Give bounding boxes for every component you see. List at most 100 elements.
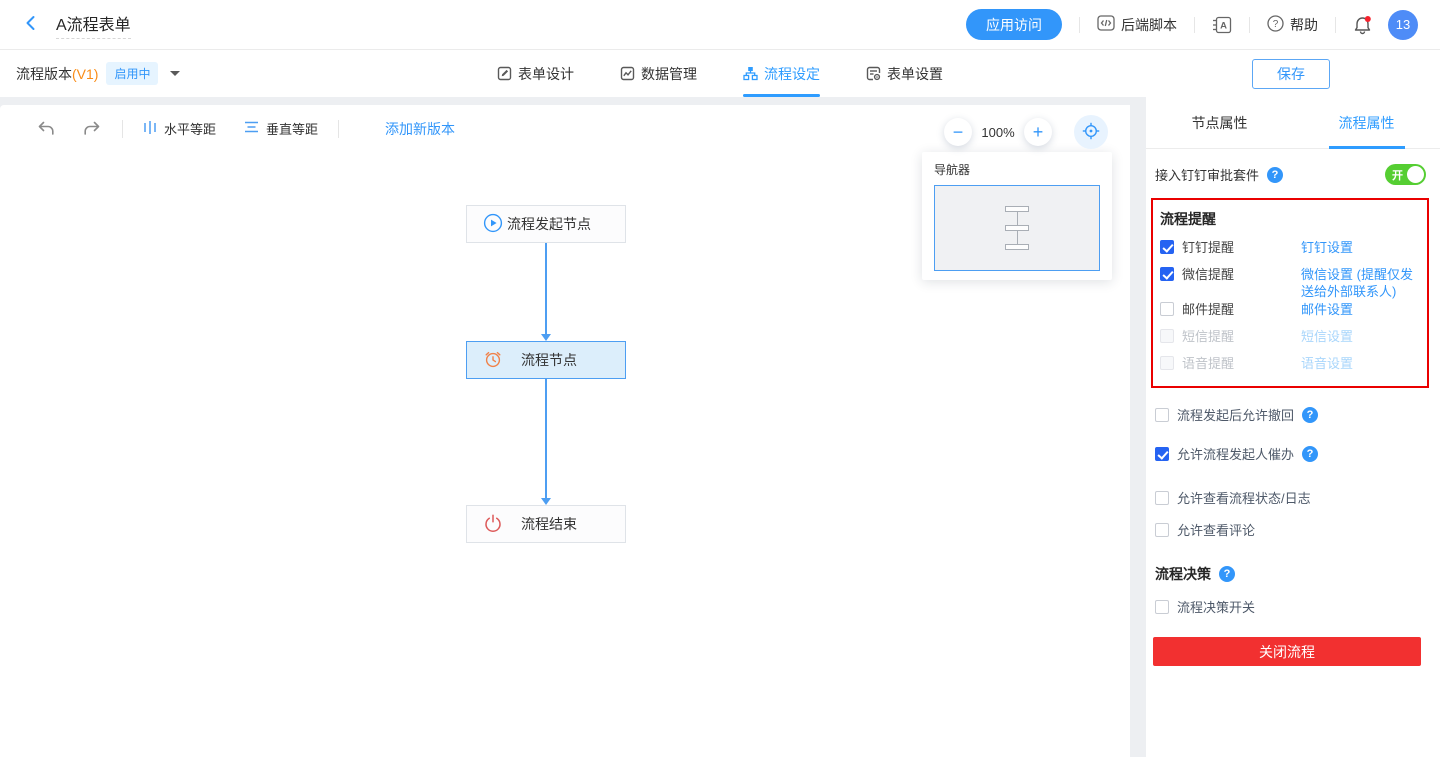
version-info: 流程版本(V1) 启用中 [16,62,180,85]
undo-icon[interactable] [36,120,56,137]
back-button[interactable] [22,14,40,35]
allow-urge-checkbox[interactable] [1155,447,1169,461]
option-label: 流程决策开关 [1177,597,1255,616]
svg-text:A: A [1220,20,1227,31]
add-new-version-link[interactable]: 添加新版本 [385,119,455,139]
help-question-icon[interactable]: ? [1302,407,1318,423]
page-title-wrap: A流程表单 [56,11,131,39]
sms-reminder-checkbox[interactable] [1160,329,1174,343]
address-book-icon[interactable]: A [1212,16,1232,34]
divider [122,120,123,138]
form-design-icon [497,66,512,81]
tab-data-management[interactable]: 数据管理 [620,50,697,97]
toggle-on-label: 开 [1392,167,1403,183]
status-badge: 启用中 [106,62,158,85]
page-title: A流程表单 [56,17,131,34]
node-flow-step[interactable]: 流程节点 [466,341,626,379]
locate-center-button[interactable] [1074,115,1108,149]
wechat-reminder-checkbox[interactable] [1160,267,1174,281]
power-icon [483,513,503,536]
navigator-minimap[interactable] [934,185,1100,271]
divider [1079,17,1080,33]
tab-node-properties[interactable]: 节点属性 [1146,97,1293,148]
vertical-spacing-label: 垂直等距 [266,119,318,138]
avatar[interactable]: 13 [1388,10,1418,40]
flow-edge [545,243,547,334]
question-circle-icon: ? [1267,15,1284,35]
help-question-icon[interactable]: ? [1302,446,1318,462]
tab-flow-properties[interactable]: 流程属性 [1293,97,1440,148]
dingtalk-suite-toggle[interactable]: 开 [1385,164,1426,185]
minimap-edge [1017,212,1018,225]
vertical-spacing-icon [244,120,259,137]
minimap-node [1005,244,1029,250]
option-view-comments: 允许查看评论 [1155,520,1430,539]
email-settings-link[interactable]: 邮件设置 [1301,301,1421,318]
reminder-label: 微信提醒 [1182,266,1301,283]
tab-form-settings[interactable]: 表单设置 [866,50,943,97]
save-button[interactable]: 保存 [1252,59,1330,89]
play-circle-icon [483,213,503,236]
reminder-row-dingtalk: 钉钉提醒 钉钉设置 [1160,239,1421,266]
flow-edge [545,379,547,498]
voice-settings-link[interactable]: 语音设置 [1301,355,1421,372]
option-view-status-log: 允许查看流程状态/日志 [1155,488,1430,507]
alarm-clock-icon [483,349,503,372]
panel-tab-label: 节点属性 [1192,113,1248,133]
tab-form-design[interactable]: 表单设计 [497,50,574,97]
top-header: A流程表单 应用访问 后端脚本 A ? 帮助 [0,0,1440,50]
vertical-spacing-button[interactable]: 垂直等距 [244,119,318,138]
panel-body: 接入钉钉审批套件 ? 开 流程提醒 钉钉提醒 钉钉设置 [1146,164,1440,666]
tab-flow-setting[interactable]: 流程设定 [743,50,820,97]
wechat-settings-link[interactable]: 微信设置 (提醒仅发送给外部联系人) [1301,266,1421,300]
tab-label: 表单设计 [518,64,574,84]
code-icon [1097,15,1115,34]
sms-settings-link[interactable]: 短信设置 [1301,328,1421,345]
allow-withdraw-checkbox[interactable] [1155,408,1169,422]
flow-canvas[interactable]: 水平等距 垂直等距 添加新版本 − 100% + [0,105,1130,757]
decision-switch-checkbox[interactable] [1155,600,1169,614]
redo-icon[interactable] [82,120,102,137]
zoom-controls: − 100% + [944,115,1108,149]
app-access-button[interactable]: 应用访问 [966,9,1062,40]
reminder-label: 语音提醒 [1182,355,1301,372]
option-allow-withdraw: 流程发起后允许撤回 ? [1155,405,1430,424]
node-label: 流程结束 [503,514,611,534]
close-flow-button[interactable]: 关闭流程 [1153,637,1421,666]
chevron-down-icon[interactable] [170,71,180,81]
zoom-out-button[interactable]: − [944,118,972,146]
tab-label: 流程设定 [764,64,820,84]
content-area: 水平等距 垂直等距 添加新版本 − 100% + [0,97,1440,757]
data-management-icon [620,66,635,81]
reminder-label: 邮件提醒 [1182,301,1301,318]
horizontal-spacing-icon [143,120,157,138]
backend-script-button[interactable]: 后端脚本 [1097,15,1177,35]
reminder-row-email: 邮件提醒 邮件设置 [1160,301,1421,328]
version-label: 流程版本(V1) [16,64,98,84]
view-status-log-checkbox[interactable] [1155,491,1169,505]
help-button[interactable]: ? 帮助 [1267,15,1318,35]
node-flow-start[interactable]: 流程发起节点 [466,205,626,243]
option-label: 允许流程发起人催办 [1177,444,1294,463]
backend-script-label: 后端脚本 [1121,15,1177,35]
view-comments-checkbox[interactable] [1155,523,1169,537]
minimap-edge [1017,231,1018,244]
divider [1249,17,1250,33]
help-question-icon[interactable]: ? [1267,167,1283,183]
horizontal-spacing-button[interactable]: 水平等距 [143,119,216,138]
option-label: 流程发起后允许撤回 [1177,405,1294,424]
zoom-in-button[interactable]: + [1024,118,1052,146]
dingtalk-suite-label: 接入钉钉审批套件 [1155,165,1259,184]
help-question-icon[interactable]: ? [1219,566,1235,582]
node-flow-end[interactable]: 流程结束 [466,505,626,543]
reminder-row-wechat: 微信提醒 微信设置 (提醒仅发送给外部联系人) [1160,266,1421,300]
voice-reminder-checkbox[interactable] [1160,356,1174,370]
email-reminder-checkbox[interactable] [1160,302,1174,316]
dingtalk-settings-link[interactable]: 钉钉设置 [1301,239,1421,256]
notification-bell-icon[interactable] [1353,15,1372,35]
node-label: 流程节点 [503,350,611,370]
reminder-row-voice: 语音提醒 语音设置 [1160,355,1421,377]
flow-setting-icon [743,66,758,81]
dingtalk-reminder-checkbox[interactable] [1160,240,1174,254]
panel-tabs: 节点属性 流程属性 [1146,97,1440,149]
